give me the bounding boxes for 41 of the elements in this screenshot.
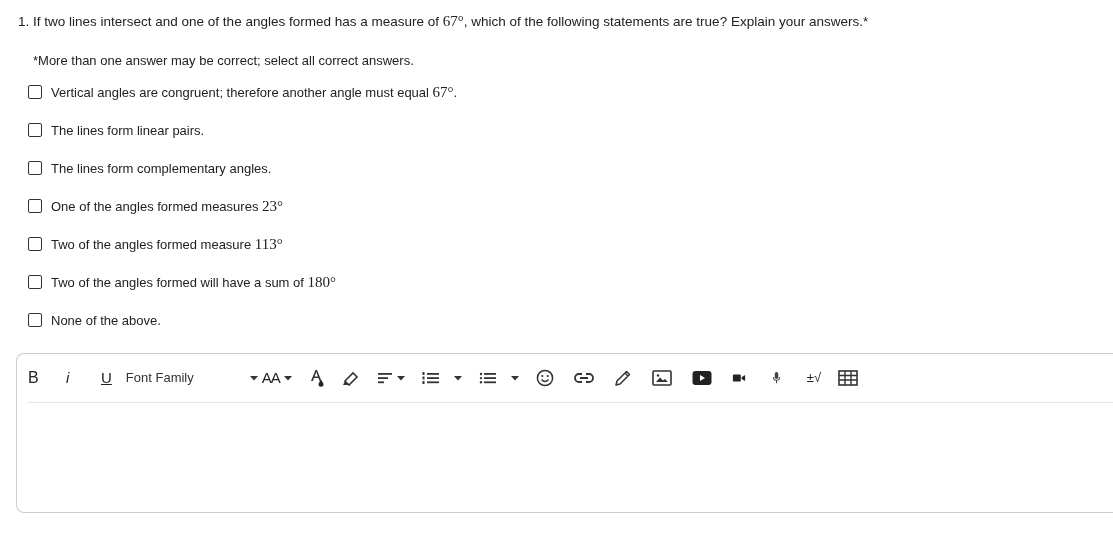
checkbox[interactable] (28, 123, 42, 137)
option-label[interactable]: None of the above. (51, 312, 161, 328)
video-camera-icon[interactable] (731, 372, 746, 384)
caret-icon[interactable] (453, 375, 462, 381)
play-button-icon[interactable] (691, 370, 712, 386)
font-size-dropdown[interactable]: AA (261, 369, 280, 387)
underline-button[interactable]: U (101, 369, 112, 387)
option-label[interactable]: The lines form linear pairs. (51, 122, 205, 138)
checkbox[interactable] (28, 313, 42, 327)
caret-icon[interactable] (510, 375, 519, 381)
checkbox[interactable] (28, 85, 42, 99)
option-label[interactable]: Two of the angles formed measure 113° (51, 235, 283, 253)
instruction-text: *More than one answer may be correct; select all correct answers. (33, 53, 415, 68)
question-text: 1. If two lines intersect and one of the angles formed has a measure of 67°, which of the following statements are true? Explain your answers.* (18, 12, 870, 31)
smiley-icon[interactable] (535, 369, 554, 387)
italic-button[interactable]: i (66, 369, 72, 387)
caret-icon[interactable] (283, 375, 292, 381)
highlighter-icon[interactable] (341, 370, 360, 386)
bold-button[interactable]: B (28, 369, 40, 387)
option-label[interactable]: Two of the angles formed will have a sum of 180° (51, 273, 336, 291)
option-label[interactable]: The lines form complementary angles. (51, 160, 272, 176)
link-icon[interactable] (573, 372, 594, 384)
image-icon[interactable] (651, 370, 672, 386)
bullet-list-icon[interactable] (478, 371, 497, 385)
caret-icon[interactable] (249, 375, 258, 381)
align-icon[interactable] (376, 371, 393, 385)
answer-editor[interactable]: B i U Font Family AA ±√ (16, 353, 1113, 513)
font-family-dropdown[interactable]: Font Family (125, 369, 194, 387)
checkbox[interactable] (28, 275, 42, 289)
checkbox[interactable] (28, 237, 42, 251)
text-color-icon[interactable] (308, 369, 325, 387)
table-icon[interactable] (838, 370, 859, 386)
microphone-icon[interactable] (771, 371, 781, 385)
checkbox[interactable] (28, 161, 42, 175)
option-label[interactable]: Vertical angles are congruent; therefore another angle must equal 67°. (51, 83, 458, 101)
pencil-icon[interactable] (613, 369, 632, 387)
option-label[interactable]: One of the angles formed measures 23° (51, 197, 283, 215)
checkbox[interactable] (28, 199, 42, 213)
equation-button[interactable]: ±√ (806, 369, 822, 387)
numbered-list-icon[interactable] (421, 371, 440, 385)
caret-icon[interactable] (396, 375, 405, 381)
